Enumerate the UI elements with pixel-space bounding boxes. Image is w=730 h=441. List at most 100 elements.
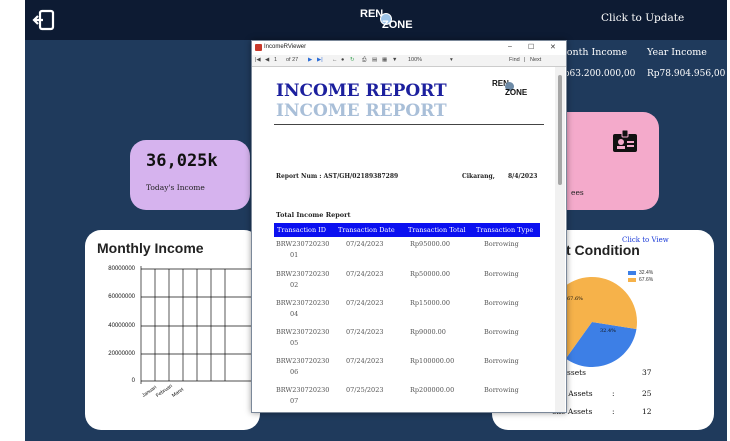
close-icon[interactable]: ✕: [550, 43, 556, 51]
transaction-type: Borrowing: [484, 299, 519, 307]
y-tick: 40000000: [108, 323, 135, 329]
transaction-id: BRW230720230: [276, 328, 330, 336]
x-tick: Januari: [141, 384, 158, 399]
transaction-id-suffix: 02: [290, 281, 299, 289]
next-link[interactable]: Next: [530, 57, 541, 63]
back-icon[interactable]: ←: [332, 57, 338, 63]
column-header: Transaction Type: [476, 226, 534, 234]
transaction-type: Borrowing: [484, 240, 519, 248]
transaction-type: Borrowing: [484, 328, 519, 336]
transaction-type: Borrowing: [484, 270, 519, 278]
dashboard: REN ZONE Click to Update Month Income Ye…: [25, 0, 727, 441]
top-bar: REN ZONE Click to Update: [25, 0, 727, 40]
income-report-viewer-window[interactable]: IncomeRViewer – ☐ ✕ |◀ ◀ 1 of 27 ▶ ▶| ← …: [251, 40, 567, 413]
y-tick: 0: [131, 378, 135, 384]
minimize-icon[interactable]: –: [508, 43, 512, 50]
find-link[interactable]: Find: [509, 57, 520, 63]
report-date: 8/4/2023: [508, 173, 538, 180]
month-income-value: Rp63.200.000,00: [557, 69, 636, 79]
monthly-income-title: Monthly Income: [97, 240, 204, 256]
logout-icon[interactable]: [31, 7, 57, 33]
separator: |: [524, 57, 526, 63]
slice-label: 67.6%: [567, 296, 583, 302]
scroll-thumb[interactable]: [558, 75, 562, 185]
vertical-scrollbar[interactable]: [555, 67, 565, 412]
transaction-id-suffix: 07: [290, 397, 299, 405]
year-income-value: Rp78.904.956,00: [647, 69, 726, 79]
report-number: Report Num : AST/GH/02189387289: [276, 173, 399, 180]
prev-page-icon[interactable]: ◀: [265, 57, 269, 63]
transaction-type: Borrowing: [484, 386, 519, 394]
brand-bottom: ZONE: [382, 19, 413, 31]
assets-label: ssets: [567, 368, 586, 377]
transaction-id-suffix: 06: [290, 368, 299, 376]
last-page-icon[interactable]: ▶|: [317, 57, 323, 63]
column-header: Transaction Date: [338, 226, 395, 234]
today-income-value: 36,025k: [146, 151, 218, 171]
transaction-id: BRW230720230: [276, 386, 330, 394]
good-assets-value: 25: [642, 389, 652, 398]
transaction-total: Rp9000.00: [410, 328, 446, 336]
export-icon[interactable]: ▼: [392, 57, 397, 63]
transaction-id-suffix: 05: [290, 339, 299, 347]
y-tick: 20000000: [108, 351, 135, 357]
assets-value: 37: [642, 368, 652, 377]
broken-assets-sep: :: [612, 407, 615, 416]
transaction-id: BRW230720230: [276, 299, 330, 307]
employees-label: ees: [571, 188, 584, 197]
print-icon[interactable]: ⎙: [362, 57, 366, 64]
transaction-date: 07/24/2023: [346, 299, 384, 307]
transaction-id: BRW230720230: [276, 357, 330, 365]
report-title: INCOME REPORT: [276, 81, 447, 101]
transaction-date: 07/24/2023: [346, 328, 384, 336]
transaction-type: Borrowing: [484, 357, 519, 365]
transaction-date: 07/24/2023: [346, 240, 384, 248]
transaction-date: 07/24/2023: [346, 357, 384, 365]
transaction-date: 07/24/2023: [346, 270, 384, 278]
refresh-icon[interactable]: ↻: [350, 57, 355, 63]
transaction-total: Rp100000.00: [410, 357, 455, 365]
transaction-id: BRW230720230: [276, 270, 330, 278]
column-header: Transaction Total: [408, 226, 466, 234]
window-titlebar[interactable]: IncomeRViewer – ☐ ✕: [252, 41, 566, 55]
viewer-toolbar: |◀ ◀ 1 of 27 ▶ ▶| ← ● ↻ ⎙ ▤ ▦ ▼ 100% ▾ F…: [252, 55, 566, 67]
transaction-total: Rp15000.00: [410, 299, 451, 307]
year-income-label: Year Income: [647, 47, 707, 58]
divider: [274, 124, 544, 125]
transaction-total: Rp95000.00: [410, 240, 451, 248]
transaction-date: 07/25/2023: [346, 386, 384, 394]
page-count: of 27: [286, 57, 299, 63]
stop-icon[interactable]: ●: [341, 57, 344, 63]
asset-condition-title: t Condition: [566, 242, 640, 258]
report-title-shadow: INCOME REPORT: [276, 101, 447, 121]
report-city: Cikarang,: [462, 173, 495, 180]
zoom-select[interactable]: 100%: [408, 57, 422, 63]
page-number-input[interactable]: 1: [274, 57, 277, 63]
zoom-dropdown-icon[interactable]: ▾: [450, 57, 453, 63]
today-income-card: 36,025k Today's Income: [130, 140, 250, 210]
click-to-view-link[interactable]: Click to View: [622, 236, 669, 244]
good-assets-sep: :: [612, 389, 615, 398]
layout-icon[interactable]: ▤: [372, 57, 377, 63]
today-income-label: Today's Income: [146, 183, 205, 192]
month-income-label: Month Income: [557, 47, 628, 58]
monthly-chart-grid: [140, 266, 260, 384]
slice-label: 32.4%: [600, 328, 616, 334]
page-setup-icon[interactable]: ▦: [382, 57, 387, 63]
y-tick: 60000000: [108, 294, 135, 300]
update-button[interactable]: Click to Update: [601, 12, 684, 24]
maximize-icon[interactable]: ☐: [528, 43, 534, 51]
report-logo: REN ZONE: [492, 79, 527, 97]
transaction-total: Rp200000.00: [410, 386, 455, 394]
window-title: IncomeRViewer: [264, 44, 307, 50]
monthly-income-panel: Monthly Income 80000000 60000000 4000000…: [85, 230, 260, 430]
broken-assets-value: 12: [642, 407, 652, 416]
report-logo-bottom: ZONE: [505, 88, 528, 97]
first-page-icon[interactable]: |◀: [255, 57, 261, 63]
y-tick: 80000000: [108, 266, 135, 272]
column-header: Transaction ID: [277, 226, 326, 234]
next-page-icon[interactable]: ▶: [308, 57, 312, 63]
table-header: Transaction ID Transaction Date Transact…: [274, 223, 540, 237]
transaction-total: Rp50000.00: [410, 270, 451, 278]
brand-logo: REN ZONE: [360, 6, 430, 34]
